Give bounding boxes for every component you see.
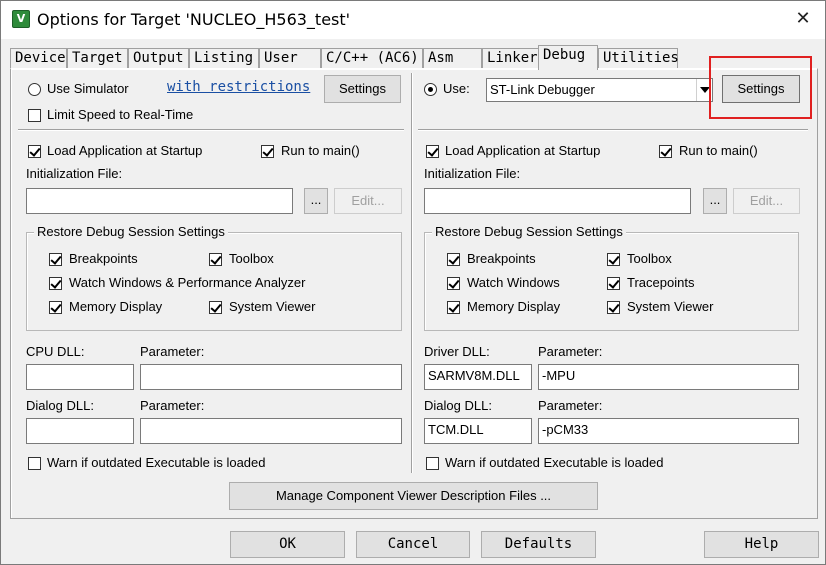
use-simulator-label: Use Simulator bbox=[47, 81, 129, 96]
tab-debug[interactable]: Debug bbox=[538, 45, 598, 70]
left-toolbox-checkbox[interactable] bbox=[209, 253, 222, 266]
left-memory-label: Memory Display bbox=[69, 299, 163, 314]
debugger-select[interactable]: ST-Link Debugger bbox=[486, 78, 713, 102]
right-watch-label: Watch Windows bbox=[467, 275, 560, 290]
right-separator bbox=[418, 129, 808, 131]
simulator-settings-button[interactable]: Settings bbox=[324, 75, 401, 103]
right-load-app-label: Load Application at Startup bbox=[445, 143, 601, 158]
right-dialog-dll-label: Dialog DLL: bbox=[424, 398, 492, 413]
cpu-dll-input[interactable] bbox=[26, 364, 134, 390]
driver-dll-input[interactable]: SARMV8M.DLL bbox=[424, 364, 532, 390]
left-browse-button[interactable]: ... bbox=[304, 188, 328, 214]
driver-parameter-input[interactable]: -MPU bbox=[538, 364, 799, 390]
right-run-to-main-label: Run to main() bbox=[679, 143, 758, 158]
defaults-button[interactable]: Defaults bbox=[481, 531, 596, 558]
left-run-to-main-checkbox[interactable] bbox=[261, 145, 274, 158]
help-button[interactable]: Help bbox=[704, 531, 819, 558]
left-separator bbox=[18, 129, 404, 131]
cpu-dll-label: CPU DLL: bbox=[26, 344, 85, 359]
left-dialog-dll-label: Dialog DLL: bbox=[26, 398, 94, 413]
tab-asm[interactable]: Asm bbox=[423, 48, 482, 69]
right-watch-checkbox[interactable] bbox=[447, 277, 460, 290]
left-breakpoints-label: Breakpoints bbox=[69, 251, 138, 266]
left-run-to-main-label: Run to main() bbox=[281, 143, 360, 158]
right-tracepoints-label: Tracepoints bbox=[627, 275, 695, 290]
left-watch-checkbox[interactable] bbox=[49, 277, 62, 290]
right-breakpoints-checkbox[interactable] bbox=[447, 253, 460, 266]
debugger-select-value: ST-Link Debugger bbox=[490, 82, 595, 97]
left-edit-button[interactable]: Edit... bbox=[334, 188, 402, 214]
left-init-file-input[interactable] bbox=[26, 188, 293, 214]
left-system-viewer-label: System Viewer bbox=[229, 299, 316, 314]
right-breakpoints-label: Breakpoints bbox=[467, 251, 536, 266]
use-simulator-radio[interactable] bbox=[28, 83, 41, 96]
close-icon[interactable]: ✕ bbox=[791, 7, 815, 31]
left-load-app-checkbox[interactable] bbox=[28, 145, 41, 158]
with-restrictions-link[interactable]: with restrictions bbox=[167, 79, 310, 95]
left-init-file-label: Initialization File: bbox=[26, 166, 123, 181]
title-bar: V Options for Target 'NUCLEO_H563_test' … bbox=[1, 1, 825, 39]
tab-device[interactable]: Device bbox=[10, 48, 67, 69]
right-init-file-input[interactable] bbox=[424, 188, 691, 214]
tab-listing[interactable]: Listing bbox=[189, 48, 259, 69]
left-load-app-label: Load Application at Startup bbox=[47, 143, 203, 158]
left-warn-label: Warn if outdated Executable is loaded bbox=[47, 455, 266, 470]
keil-app-icon: V bbox=[12, 10, 30, 28]
cpu-parameter-label: Parameter: bbox=[140, 344, 205, 359]
manage-component-viewer-button[interactable]: Manage Component Viewer Description File… bbox=[229, 482, 598, 510]
left-restore-group-title: Restore Debug Session Settings bbox=[34, 224, 228, 239]
left-memory-checkbox[interactable] bbox=[49, 301, 62, 314]
left-dialog-parameter-label: Parameter: bbox=[140, 398, 205, 413]
right-tracepoints-checkbox[interactable] bbox=[607, 277, 620, 290]
limit-speed-label: Limit Speed to Real-Time bbox=[47, 107, 194, 122]
right-dialog-parameter-label: Parameter: bbox=[538, 398, 603, 413]
right-toolbox-label: Toolbox bbox=[627, 251, 672, 266]
tab-linker[interactable]: Linker bbox=[482, 48, 540, 69]
right-browse-button[interactable]: ... bbox=[703, 188, 727, 214]
ok-button[interactable]: OK bbox=[230, 531, 345, 558]
column-divider bbox=[411, 73, 413, 473]
tab-utilities[interactable]: Utilities bbox=[598, 48, 679, 69]
right-system-viewer-checkbox[interactable] bbox=[607, 301, 620, 314]
left-system-viewer-checkbox[interactable] bbox=[209, 301, 222, 314]
tab-output[interactable]: Output bbox=[128, 48, 189, 69]
cpu-parameter-input[interactable] bbox=[140, 364, 402, 390]
right-warn-checkbox[interactable] bbox=[426, 457, 439, 470]
left-breakpoints-checkbox[interactable] bbox=[49, 253, 62, 266]
tab-target[interactable]: Target bbox=[67, 48, 128, 69]
window-title: Options for Target 'NUCLEO_H563_test' bbox=[37, 10, 351, 29]
cancel-button[interactable]: Cancel bbox=[356, 531, 470, 558]
right-run-to-main-checkbox[interactable] bbox=[659, 145, 672, 158]
right-memory-label: Memory Display bbox=[467, 299, 561, 314]
right-dialog-dll-input[interactable]: TCM.DLL bbox=[424, 418, 532, 444]
driver-dll-label: Driver DLL: bbox=[424, 344, 490, 359]
settings-highlight-box bbox=[709, 56, 812, 119]
left-warn-checkbox[interactable] bbox=[28, 457, 41, 470]
left-watch-label: Watch Windows & Performance Analyzer bbox=[69, 275, 306, 290]
left-dialog-dll-input[interactable] bbox=[26, 418, 134, 444]
right-dialog-parameter-input[interactable]: -pCM33 bbox=[538, 418, 799, 444]
right-init-file-label: Initialization File: bbox=[424, 166, 521, 181]
tab-user[interactable]: User bbox=[259, 48, 321, 69]
right-load-app-checkbox[interactable] bbox=[426, 145, 439, 158]
limit-speed-checkbox[interactable] bbox=[28, 109, 41, 122]
use-debugger-label: Use: bbox=[443, 81, 470, 96]
right-memory-checkbox[interactable] bbox=[447, 301, 460, 314]
right-warn-label: Warn if outdated Executable is loaded bbox=[445, 455, 664, 470]
driver-parameter-label: Parameter: bbox=[538, 344, 603, 359]
right-system-viewer-label: System Viewer bbox=[627, 299, 714, 314]
use-debugger-radio[interactable] bbox=[424, 83, 437, 96]
left-toolbox-label: Toolbox bbox=[229, 251, 274, 266]
options-dialog: V Options for Target 'NUCLEO_H563_test' … bbox=[0, 0, 826, 565]
tab-c-cpp[interactable]: C/C++ (AC6) bbox=[321, 48, 423, 69]
right-edit-button[interactable]: Edit... bbox=[733, 188, 800, 214]
right-toolbox-checkbox[interactable] bbox=[607, 253, 620, 266]
right-restore-group-title: Restore Debug Session Settings bbox=[432, 224, 626, 239]
left-dialog-parameter-input[interactable] bbox=[140, 418, 402, 444]
